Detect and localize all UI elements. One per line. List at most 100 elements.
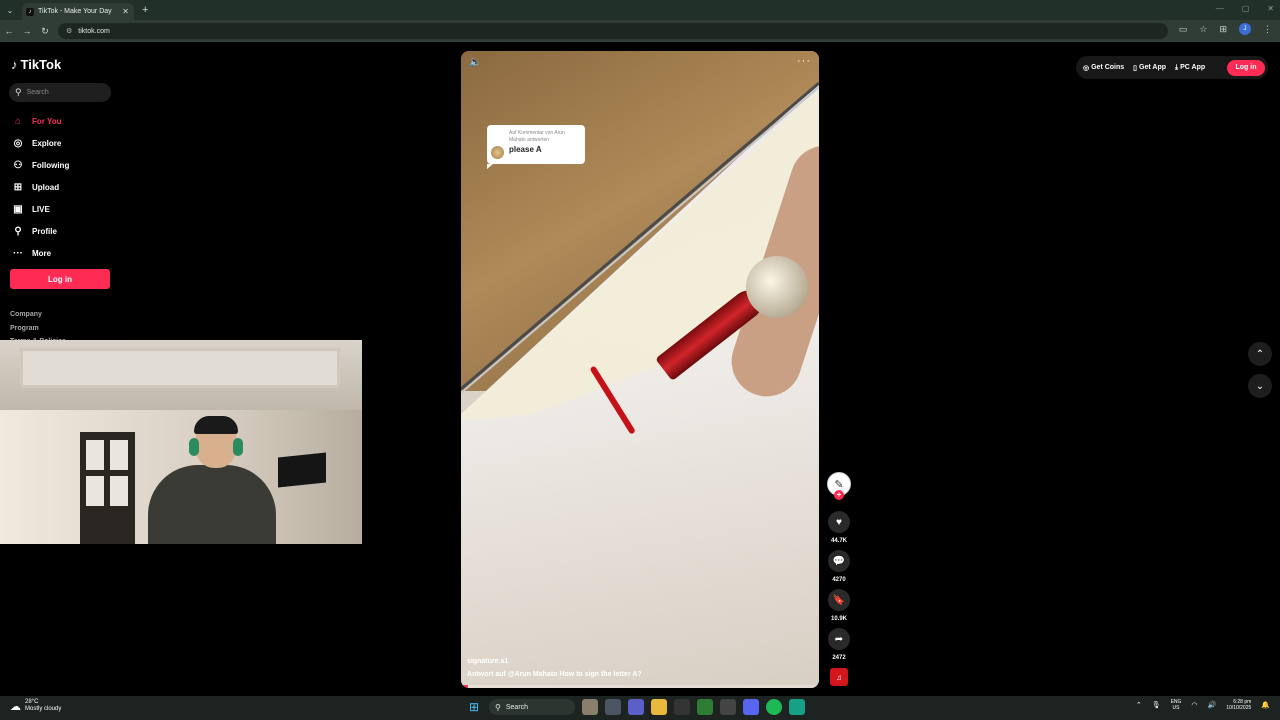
file-explorer-icon[interactable] xyxy=(651,699,667,715)
sidebar-item-live[interactable]: ▣ LIVE xyxy=(11,198,111,220)
share-icon: ➦ xyxy=(834,633,844,645)
chevron-up-icon: ⌃ xyxy=(1255,348,1265,360)
weather-widget[interactable]: ☁ 28°C Mostly cloudy xyxy=(10,699,61,713)
sidebar-item-more[interactable]: ··· More xyxy=(11,242,111,264)
weather-condition: Mostly cloudy xyxy=(25,706,62,712)
get-coins-button[interactable]: ◎ Get Coins xyxy=(1083,64,1124,72)
region-code: US xyxy=(1172,705,1180,711)
windows-start-icon[interactable]: ⊞ xyxy=(466,699,482,715)
sidebar-item-following[interactable]: ⚇ Following xyxy=(11,154,111,176)
sidebar-login-button[interactable]: Log in xyxy=(10,269,110,289)
extensions-icon[interactable]: ⊞ xyxy=(1219,24,1227,35)
maximize-icon[interactable]: ▢ xyxy=(1242,4,1250,13)
footer-link-company[interactable]: Company xyxy=(10,308,66,322)
reply-text: please A xyxy=(509,145,542,154)
sidebar-item-label: Profile xyxy=(32,226,57,236)
language-indicator[interactable]: ENG US xyxy=(1171,699,1182,711)
sidebar-item-label: Explore xyxy=(32,138,62,148)
sidebar-item-for-you[interactable]: ⌂ For You xyxy=(11,110,111,132)
video-caption: Antwort auf @Arun Mahato How to sign the… xyxy=(467,671,642,678)
site-info-icon[interactable]: ⚙ xyxy=(66,27,72,35)
settings-icon[interactable] xyxy=(720,699,736,715)
follow-button[interactable]: + xyxy=(834,490,844,500)
widgets-icon[interactable] xyxy=(605,699,621,715)
tiktok-logo[interactable]: ♪ TikTok xyxy=(11,57,61,72)
close-tab-icon[interactable]: ✕ xyxy=(122,7,129,16)
reload-icon[interactable]: ↻ xyxy=(36,26,54,37)
close-window-icon[interactable]: ✕ xyxy=(1267,4,1274,13)
music-disc[interactable]: ♫ xyxy=(830,668,848,686)
app-icon[interactable] xyxy=(789,699,805,715)
volume-icon[interactable]: 🔈 xyxy=(469,57,481,68)
microphone-icon[interactable]: 🎙 xyxy=(1152,701,1161,709)
webcam-tv xyxy=(278,452,326,488)
footer-link-program[interactable]: Program xyxy=(10,322,66,336)
video-author[interactable]: signature.s1 xyxy=(467,658,508,665)
url-text: tiktok.com xyxy=(78,27,110,35)
browser-menu-icon[interactable]: ⋮ xyxy=(1263,24,1272,35)
logo-text: TikTok xyxy=(20,57,62,72)
sidebar-item-label: LIVE xyxy=(32,204,50,214)
share-count: 2472 xyxy=(832,655,846,661)
pc-app-label: PC App xyxy=(1180,64,1206,71)
sidebar-item-upload[interactable]: ⊞ Upload xyxy=(11,176,111,198)
browser-tab-tiktok[interactable]: ♪ TikTok - Make Your Day ✕ xyxy=(22,3,134,20)
comment-button[interactable]: 💬 xyxy=(828,550,850,572)
back-icon[interactable]: ← xyxy=(0,26,18,36)
system-tray: ⌃ 🎙 ENG US ◠ 🔊 6:28 pm 10/10/2025 🔔 xyxy=(1136,699,1270,711)
task-view-icon[interactable] xyxy=(582,699,598,715)
profile-avatar[interactable]: J xyxy=(1239,23,1251,35)
coin-icon: ◎ xyxy=(1083,64,1090,72)
pc-app-button[interactable]: ⤓ PC App xyxy=(1175,64,1205,72)
sidebar-item-explore[interactable]: ◎ Explore xyxy=(11,132,111,154)
save-button[interactable]: 🔖 xyxy=(828,589,850,611)
sidebar-nav: ⌂ For You ◎ Explore ⚇ Following ⊞ Upload… xyxy=(11,110,111,264)
cast-icon[interactable]: ▭ xyxy=(1179,24,1188,35)
reply-subtitle: Auf Kommentar von Arun Mahato antworten xyxy=(509,130,565,143)
tiktok-app-icon[interactable] xyxy=(674,699,690,715)
bookmark-icon: 🔖 xyxy=(832,594,846,606)
sidebar-item-label: More xyxy=(32,248,52,258)
next-video-button[interactable]: ⌄ xyxy=(1248,374,1272,398)
spotify-icon[interactable] xyxy=(766,699,782,715)
login-button[interactable]: Log in xyxy=(1227,59,1265,76)
notifications-bell-icon[interactable]: 🔔 xyxy=(1261,701,1270,709)
video-progress-bar[interactable] xyxy=(461,685,819,688)
cloud-icon: ☁ xyxy=(10,700,21,713)
tray-overflow-icon[interactable]: ⌃ xyxy=(1136,701,1142,709)
search-input[interactable]: ⚲ Search xyxy=(9,83,111,102)
clock[interactable]: 6:28 pm 10/10/2025 xyxy=(1226,699,1251,711)
browser-tab-bar: ⌄ ♪ TikTok - Make Your Day ✕ + — ▢ ✕ xyxy=(0,0,1280,20)
previous-video-button[interactable]: ⌃ xyxy=(1248,342,1272,366)
more-options-icon[interactable]: ··· xyxy=(797,55,811,67)
discord-icon[interactable] xyxy=(743,699,759,715)
sidebar-item-label: Upload xyxy=(32,182,60,192)
comment-count: 4270 xyxy=(832,577,846,583)
save-count: 10.9K xyxy=(830,616,847,622)
compass-icon: ◎ xyxy=(13,137,23,149)
following-icon: ⚇ xyxy=(13,159,23,171)
taskbar-search-label: Search xyxy=(505,703,529,711)
bookmark-star-icon[interactable]: ☆ xyxy=(1199,24,1207,35)
tab-list-button[interactable]: ⌄ xyxy=(0,0,20,20)
teams-icon[interactable] xyxy=(628,699,644,715)
like-button[interactable]: ♥ xyxy=(828,511,850,533)
sidebar-item-profile[interactable]: ⚲ Profile xyxy=(11,220,111,242)
chevron-down-icon: ⌄ xyxy=(1255,380,1265,392)
video-player[interactable]: 🔈 ··· Auf Kommentar von Arun Mahato antw… xyxy=(461,51,819,688)
live-icon: ▣ xyxy=(13,203,23,215)
address-bar[interactable]: ⚙ tiktok.com xyxy=(58,23,1168,39)
taskbar-search[interactable]: ⚲ Search xyxy=(489,699,575,715)
phone-icon: ▯ xyxy=(1133,64,1138,72)
volume-icon[interactable]: 🔊 xyxy=(1208,701,1217,709)
share-button[interactable]: ➦ xyxy=(828,628,850,650)
wifi-icon[interactable]: ◠ xyxy=(1191,701,1197,709)
minimize-icon[interactable]: — xyxy=(1216,4,1224,13)
forward-icon[interactable]: → xyxy=(18,26,36,36)
chrome-icon[interactable] xyxy=(697,699,713,715)
new-tab-button[interactable]: + xyxy=(142,4,148,16)
tab-title: TikTok - Make Your Day xyxy=(38,8,112,15)
webcam-person xyxy=(148,465,276,544)
get-app-button[interactable]: ▯ Get App xyxy=(1133,64,1166,72)
comment-reply-sticker: Auf Kommentar von Arun Mahato antworten … xyxy=(487,125,585,169)
